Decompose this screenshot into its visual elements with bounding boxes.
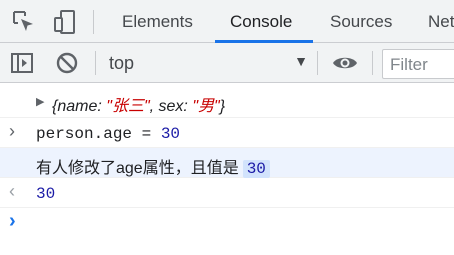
object-value-sex: "男" — [192, 98, 220, 115]
console-input-row: › person.age = 30 — [0, 118, 454, 148]
object-key-sex: sex: — [158, 98, 193, 115]
tab-console[interactable]: Console — [230, 0, 292, 43]
log-message: 有人修改了age属性，且值是 30 — [36, 154, 270, 178]
filter-placeholder: Filter — [390, 55, 428, 74]
sidebar-toggle-icon[interactable] — [10, 51, 34, 75]
object-value-name: "张三" — [106, 98, 150, 115]
log-message-text: 有人修改了age属性，且值是 — [36, 160, 239, 177]
input-arrow-icon: › — [9, 121, 15, 141]
toolbar-separator — [317, 51, 318, 75]
inspect-element-icon[interactable] — [11, 9, 37, 35]
input-expression-value: 30 — [160, 125, 181, 143]
tab-elements[interactable]: Elements — [122, 0, 193, 43]
result-arrow-icon: ‹ — [9, 181, 15, 201]
toolbar-separator — [372, 51, 373, 75]
console-prompt-row[interactable]: › — [0, 208, 454, 238]
toolbar-separator — [93, 10, 94, 34]
device-toolbar-icon[interactable] — [52, 9, 78, 35]
object-brace-close: } — [219, 98, 226, 115]
execution-context-select[interactable]: top ▼ — [102, 49, 312, 77]
eye-icon[interactable] — [331, 51, 359, 75]
devtools-tabbar: Elements Console Sources Net — [0, 0, 454, 43]
expand-caret-icon[interactable]: ▶ — [36, 95, 44, 108]
object-separator: , — [149, 98, 159, 115]
input-expression: person.age = 30 — [36, 125, 180, 143]
console-messages: ▶ {name: "张三", sex: "男"} › person.age = … — [0, 84, 454, 255]
prompt-arrow-icon: › — [9, 210, 16, 232]
console-toolbar: top ▼ Filter — [0, 43, 454, 83]
tab-network[interactable]: Net — [428, 0, 454, 43]
console-object-row: ▶ {name: "张三", sex: "男"} — [0, 84, 454, 118]
filter-input[interactable]: Filter — [382, 49, 454, 79]
log-value-badge: 30 — [242, 160, 270, 178]
result-value: 30 — [36, 185, 56, 203]
object-preview[interactable]: {name: "张三", sex: "男"} — [52, 92, 225, 116]
console-log-row: 有人修改了age属性，且值是 30 — [0, 148, 454, 178]
tab-sources[interactable]: Sources — [330, 0, 392, 43]
clear-console-icon[interactable] — [55, 51, 79, 75]
execution-context-label: top — [109, 53, 135, 73]
chevron-down-icon: ▼ — [294, 53, 308, 69]
input-expression-text: person.age = — [36, 125, 161, 143]
console-result-row: ‹ 30 — [0, 178, 454, 208]
object-key-name: name: — [57, 98, 107, 115]
toolbar-separator — [95, 51, 96, 75]
